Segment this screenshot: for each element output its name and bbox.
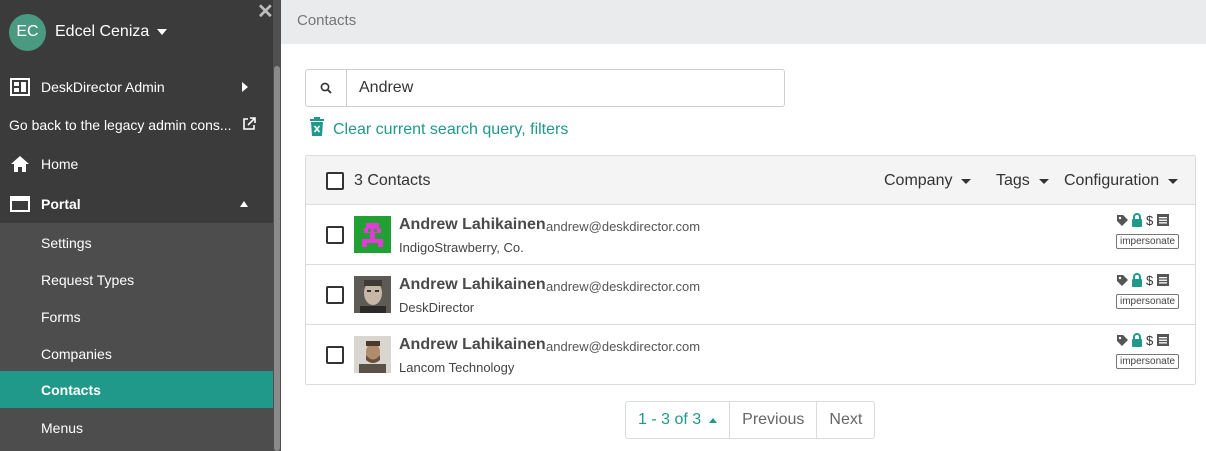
sidebar-item-request-types[interactable]: Request Types bbox=[0, 261, 273, 298]
search-box bbox=[305, 69, 785, 107]
sidebar-item-companies[interactable]: Companies bbox=[0, 335, 273, 372]
details-icon[interactable] bbox=[1157, 214, 1169, 226]
window-icon bbox=[10, 194, 30, 214]
contact-name[interactable]: Andrew Lahikainen bbox=[399, 276, 546, 294]
sidebar-item-home[interactable]: Home bbox=[0, 149, 273, 179]
row-checkbox[interactable] bbox=[326, 226, 344, 244]
impersonate-button[interactable]: impersonate bbox=[1116, 234, 1180, 249]
contact-email: andrew@deskdirector.com bbox=[546, 279, 701, 294]
pixel-avatar bbox=[354, 216, 391, 253]
clear-search-link[interactable]: Clear current search query, filters bbox=[309, 117, 568, 142]
previous-page-button[interactable]: Previous bbox=[730, 402, 818, 438]
contact-email: andrew@deskdirector.com bbox=[546, 219, 701, 234]
configuration-filter-label: Configuration bbox=[1064, 172, 1160, 189]
contact-name[interactable]: Andrew Lahikainen bbox=[399, 336, 546, 354]
table-header: 3 Contacts Company Tags Configuration bbox=[306, 156, 1195, 205]
sidebar-item-settings[interactable]: Settings bbox=[0, 224, 273, 261]
contact-name[interactable]: Andrew Lahikainen bbox=[399, 216, 546, 234]
select-all-checkbox[interactable] bbox=[326, 172, 344, 190]
company-filter-label: Company bbox=[884, 172, 953, 189]
page-title: Contacts bbox=[297, 12, 357, 29]
dollar-icon[interactable]: $ bbox=[1145, 333, 1155, 347]
page-range-label: 1 - 3 of 3 bbox=[638, 411, 702, 428]
tag-icon[interactable] bbox=[1116, 274, 1129, 287]
scrollbar-thumb[interactable] bbox=[274, 66, 280, 451]
row-icons: $ bbox=[1116, 333, 1169, 347]
contacts-count: 3 Contacts bbox=[354, 172, 431, 189]
contact-email: andrew@deskdirector.com bbox=[546, 339, 701, 354]
next-page-button[interactable]: Next bbox=[817, 402, 874, 438]
row-checkbox[interactable] bbox=[326, 286, 344, 304]
svg-text:$: $ bbox=[1146, 273, 1154, 287]
portal-submenu: Settings Request Types Forms Companies C… bbox=[0, 223, 273, 451]
close-icon[interactable]: ✕ bbox=[257, 2, 274, 22]
tag-icon[interactable] bbox=[1116, 334, 1129, 347]
sidebar-item-label: DeskDirector Admin bbox=[41, 79, 165, 95]
page-range-dropdown[interactable]: 1 - 3 of 3 bbox=[626, 402, 731, 438]
home-icon bbox=[10, 154, 30, 174]
impersonate-button[interactable]: impersonate bbox=[1116, 294, 1180, 309]
chevron-down-icon bbox=[961, 178, 972, 184]
table-row[interactable]: Andrew Lahikainen andrew@deskdirector.co… bbox=[306, 205, 1195, 265]
trash-icon bbox=[309, 117, 325, 142]
user-menu[interactable]: EC Edcel Ceniza bbox=[9, 13, 168, 51]
sidebar-item-deskdirector-admin[interactable]: DeskDirector Admin bbox=[0, 72, 273, 102]
chevron-up-icon bbox=[240, 201, 248, 207]
company-filter-dropdown[interactable]: Company bbox=[884, 172, 972, 190]
configuration-filter-dropdown[interactable]: Configuration bbox=[1064, 172, 1179, 190]
chevron-down-icon bbox=[157, 29, 168, 35]
sidebar-item-label: Home bbox=[41, 156, 79, 172]
contact-company: IndigoStrawberry, Co. bbox=[399, 240, 524, 255]
row-icons: $ bbox=[1116, 273, 1169, 287]
row-checkbox[interactable] bbox=[326, 346, 344, 364]
dashboard-icon bbox=[10, 77, 30, 97]
sidebar-item-forms[interactable]: Forms bbox=[0, 298, 273, 335]
lock-icon[interactable] bbox=[1131, 333, 1143, 347]
sidebar-item-menus[interactable]: Menus bbox=[0, 409, 273, 446]
dollar-icon[interactable]: $ bbox=[1145, 213, 1155, 227]
contact-company: DeskDirector bbox=[399, 300, 475, 315]
svg-text:$: $ bbox=[1146, 213, 1154, 227]
sidebar-item-label: Portal bbox=[41, 196, 81, 212]
dollar-icon[interactable]: $ bbox=[1145, 273, 1155, 287]
details-icon[interactable] bbox=[1157, 334, 1169, 346]
sidebar: ✕ EC Edcel Ceniza DeskDirector Admin Go … bbox=[0, 0, 281, 451]
pagination: 1 - 3 of 3 Previous Next bbox=[625, 401, 876, 439]
clear-search-label: Clear current search query, filters bbox=[333, 120, 569, 138]
sidebar-item-portal[interactable]: Portal bbox=[0, 187, 273, 221]
table-row[interactable]: Andrew Lahikainen andrew@deskdirector.co… bbox=[306, 265, 1195, 325]
external-link-icon bbox=[242, 116, 256, 134]
sidebar-item-label: Go back to the legacy admin cons... bbox=[9, 117, 232, 133]
details-icon[interactable] bbox=[1157, 274, 1169, 286]
tags-filter-dropdown[interactable]: Tags bbox=[996, 172, 1049, 190]
chevron-right-icon bbox=[242, 82, 248, 92]
user-name: Edcel Ceniza bbox=[55, 23, 150, 40]
search-icon[interactable] bbox=[306, 70, 347, 106]
tags-filter-label: Tags bbox=[996, 172, 1030, 189]
contact-company: Lancom Technology bbox=[399, 360, 515, 375]
row-icons: $ bbox=[1116, 213, 1169, 227]
chevron-down-icon bbox=[1168, 178, 1179, 184]
avatar: EC bbox=[9, 13, 46, 51]
header: Contacts bbox=[281, 0, 1206, 44]
table-row[interactable]: Andrew Lahikainen andrew@deskdirector.co… bbox=[306, 325, 1195, 385]
tag-icon[interactable] bbox=[1116, 214, 1129, 227]
contacts-table: 3 Contacts Company Tags Configuration An… bbox=[305, 155, 1196, 385]
chevron-down-icon bbox=[1038, 178, 1049, 184]
svg-text:$: $ bbox=[1146, 333, 1154, 347]
lock-icon[interactable] bbox=[1131, 273, 1143, 287]
impersonate-button[interactable]: impersonate bbox=[1116, 354, 1180, 369]
sidebar-scrollbar[interactable] bbox=[273, 0, 281, 451]
search-input[interactable] bbox=[347, 70, 784, 106]
lock-icon[interactable] bbox=[1131, 213, 1143, 227]
chevron-up-icon bbox=[709, 417, 718, 423]
photo-avatar bbox=[354, 276, 391, 313]
photo-avatar bbox=[354, 336, 391, 373]
sidebar-item-contacts[interactable]: Contacts bbox=[0, 371, 273, 408]
sidebar-item-legacy-admin[interactable]: Go back to the legacy admin cons... bbox=[0, 110, 273, 140]
